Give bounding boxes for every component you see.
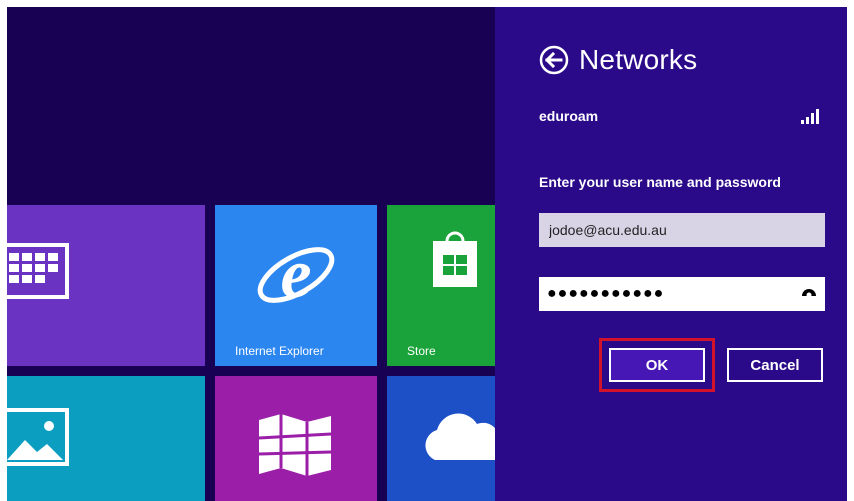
maps-tile[interactable] [215, 376, 377, 501]
skydrive-tile[interactable] [387, 376, 495, 501]
calendar-tile[interactable] [7, 205, 205, 366]
password-field-container [539, 277, 825, 311]
credentials-prompt: Enter your user name and password [539, 174, 781, 190]
photos-tile[interactable] [7, 376, 205, 501]
store-tile-label: Store [407, 344, 436, 358]
internet-explorer-tile[interactable]: e Internet Explorer [215, 205, 377, 366]
svg-text:e: e [280, 236, 311, 313]
internet-explorer-icon: e [257, 236, 335, 313]
photos-icon [7, 408, 69, 466]
panel-title: Networks [579, 44, 698, 75]
password-field[interactable] [539, 277, 779, 311]
reveal-password-icon[interactable] [801, 287, 817, 299]
store-icon [433, 231, 477, 287]
back-arrow-icon[interactable] [539, 45, 569, 75]
store-tile[interactable]: Store [387, 205, 495, 366]
cancel-button[interactable]: Cancel [727, 348, 823, 382]
wifi-signal-icon [801, 109, 819, 124]
username-field[interactable] [539, 213, 825, 247]
skydrive-icon [425, 413, 495, 460]
network-name: eduroam [539, 108, 599, 124]
maps-icon [258, 414, 332, 476]
start-screen: e Internet Explorer Store [7, 7, 495, 501]
ie-tile-label: Internet Explorer [235, 344, 324, 358]
calendar-icon [7, 243, 69, 299]
ok-button[interactable]: OK [609, 348, 705, 382]
networks-panel: Networks eduroam Enter your user name an… [495, 7, 847, 501]
panel-header: Networks [539, 43, 697, 77]
